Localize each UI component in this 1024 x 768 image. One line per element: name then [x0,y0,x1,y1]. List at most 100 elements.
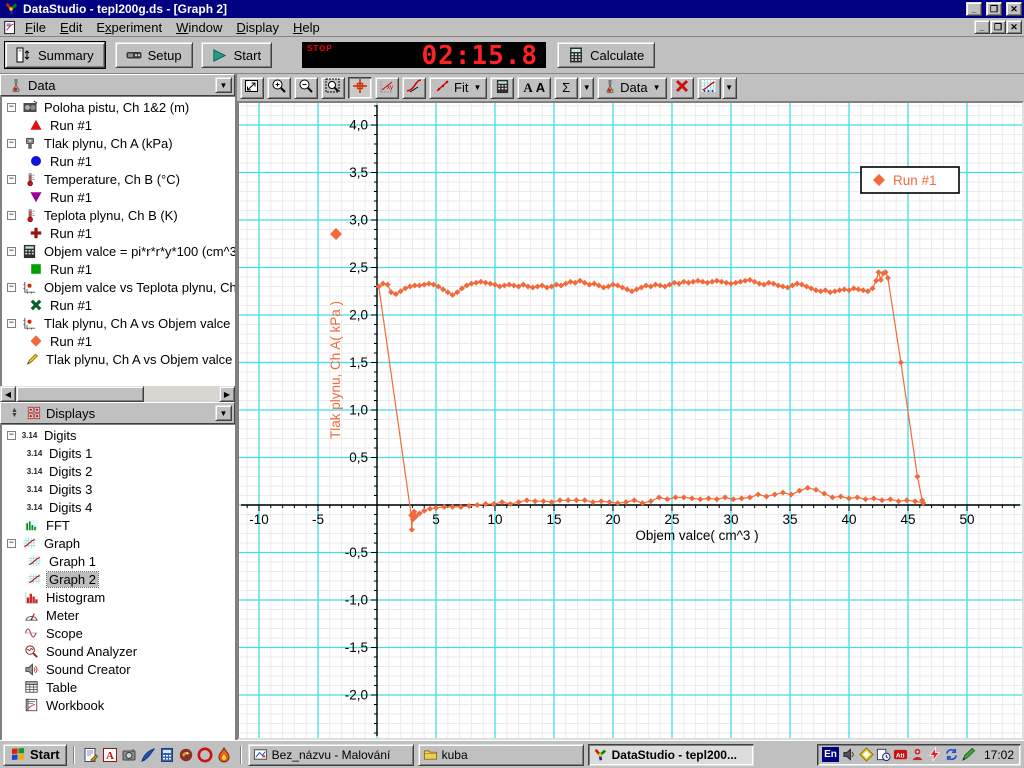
display-item-digits[interactable]: −3.14 Digits [1,426,235,444]
tangent-tool-button[interactable] [402,76,426,99]
setup-button[interactable]: Setup [114,42,193,68]
quick-launch-notepad-icon[interactable] [83,747,99,763]
tree-expander[interactable]: − [7,430,16,440]
quick-launch-imaging-icon[interactable] [121,747,137,763]
display-item-fft[interactable]: FFT [1,516,235,534]
tree-expander[interactable]: − [7,538,16,548]
smart-tool-button[interactable] [348,76,372,99]
data-tree-item[interactable]: − x Tlak plynu, Ch A vs Objem valce [1,314,235,332]
task-button[interactable]: Bez_názvu - Malování [247,743,414,766]
data-tree-item[interactable]: Tlak plynu, Ch A vs Objem valce [1,350,235,368]
data-tree-item[interactable]: − Poloha pistu, Ch 1&2 (m) [1,98,235,116]
tray-scheduler-icon[interactable] [876,747,891,762]
display-item-scope[interactable]: Scope [1,624,235,642]
display-item-digits-2[interactable]: 3.14 Digits 2 [1,462,235,480]
display-item-digits-1[interactable]: 3.14 Digits 1 [1,444,235,462]
scroll-right-arrow[interactable]: ▶ [219,386,235,402]
graph-plot[interactable]: -10 -5 5 10 15 20 25 30 35 40 45 50 -2,0 -1,5 -1,0 -0,5… [239,103,1022,738]
language-indicator[interactable]: En [821,747,839,762]
tree-expander[interactable]: − [7,282,16,292]
restore-button[interactable]: ❐ [986,2,1002,16]
menu-help[interactable]: Help [286,19,327,36]
data-tree-hscrollbar[interactable]: ◀ ▶ [0,386,235,402]
data-dropdown[interactable]: Data ▼ [597,76,667,99]
displays-panel-header[interactable]: ▲ ▼ Displays ▼ [0,402,235,424]
scale-to-fit-button[interactable] [240,76,264,99]
run-item[interactable]: Run #1 [1,224,235,242]
minimize-button[interactable]: _ [966,2,982,16]
run-item[interactable]: Run #1 [1,152,235,170]
statistics-button-dropdown[interactable]: ▼ [579,76,595,99]
task-button[interactable]: DataStudio - tepl200... [587,743,754,766]
child-close-button[interactable]: ✕ [1006,20,1022,34]
quick-launch-calculator-blue-icon[interactable] [159,747,175,763]
quick-launch-opera-icon[interactable] [197,747,213,763]
tree-expander[interactable]: − [7,318,16,328]
calculate-button[interactable] [490,76,515,99]
tree-expander[interactable]: − [7,174,16,184]
menu-window[interactable]: Window [169,19,229,36]
close-button[interactable]: ✕ [1006,2,1022,16]
display-item-graph[interactable]: − Graph [1,534,235,552]
data-tree-item[interactable]: − Objem valce = pi*r*r*y*100 (cm^3) [1,242,235,260]
tray-power-icon[interactable] [927,747,942,762]
displays-panel-dropdown[interactable]: ▼ [215,405,232,421]
run-item[interactable]: Run #1 [1,296,235,314]
calculate-button[interactable]: Calculate [557,42,656,68]
tray-ati-icon[interactable]: Ati [893,747,908,762]
quick-launch-winamp-icon[interactable] [216,746,232,763]
display-item-graph-2[interactable]: Graph 2 [1,570,235,588]
display-item-histogram[interactable]: Histogram [1,588,235,606]
zoom-out-button[interactable] [294,76,318,99]
run-item[interactable]: Run #1 [1,332,235,350]
data-panel-dropdown[interactable]: ▼ [215,77,232,93]
slope-tool-button[interactable]: xy [375,76,399,99]
task-button[interactable]: kuba [417,743,584,766]
display-item-graph-1[interactable]: Graph 1 [1,552,235,570]
tree-expander[interactable]: − [7,138,16,148]
quick-launch-acrobat-icon[interactable]: A [102,747,118,763]
run-item[interactable]: Run #1 [1,260,235,278]
tree-expander[interactable]: − [7,102,16,112]
display-item-workbook[interactable]: Workbook [1,696,235,714]
tray-pen-icon[interactable] [961,747,976,762]
fit-dropdown[interactable]: Fit ▼ [429,76,488,99]
data-tree-item[interactable]: − Temperature, Ch B (°C) [1,170,235,188]
child-minimize-button[interactable]: _ [974,20,990,34]
data-tree-item[interactable]: − Teplota plynu, Ch B (K) [1,206,235,224]
data-tree-item[interactable]: − Tlak plynu, Ch A (kPa) [1,134,235,152]
tray-volume-icon[interactable] [842,747,857,762]
display-item-sound-creator[interactable]: Sound Creator [1,660,235,678]
display-item-digits-3[interactable]: 3.14 Digits 3 [1,480,235,498]
menu-display[interactable]: Display [229,19,286,36]
zoom-in-button[interactable] [267,76,291,99]
summary-button[interactable]: Summary [4,41,106,69]
start-menu-button[interactable]: Start [3,743,67,766]
scroll-thumb[interactable] [16,386,144,402]
tree-expander[interactable]: − [7,246,16,256]
graph-settings-button-dropdown[interactable]: ▼ [721,76,737,99]
graph-display[interactable]: -10 -5 5 10 15 20 25 30 35 40 45 50 -2,0 -1,5 -1,0 -0,5… [237,101,1024,740]
start-button[interactable]: Start [200,42,273,68]
tree-expander[interactable]: − [7,210,16,220]
quick-launch-dragon-icon[interactable] [178,747,194,763]
run-item[interactable]: Run #1 [1,188,235,206]
text-note-button[interactable]: AA [517,76,552,99]
scroll-left-arrow[interactable]: ◀ [0,386,16,402]
display-item-meter[interactable]: Meter [1,606,235,624]
quick-launch-ink-pen-icon[interactable] [140,747,156,763]
delete-button[interactable] [669,76,694,99]
tray-agent-icon[interactable] [910,747,925,762]
menu-experiment[interactable]: Experiment [89,19,169,36]
zoom-select-button[interactable] [321,76,345,99]
document-icon[interactable] [2,19,18,35]
tray-sync-icon[interactable] [944,747,959,762]
child-restore-button[interactable]: ❐ [990,20,1006,34]
data-panel-header[interactable]: Data ▼ [0,74,235,96]
splitter-grip-icon[interactable]: ▲ ▼ [8,406,21,420]
menu-edit[interactable]: Edit [53,19,89,36]
graph-settings-button[interactable] [696,76,721,99]
tray-norton-icon[interactable] [859,747,874,762]
data-tree-item[interactable]: − x Objem valce vs Teplota plynu, Ch [1,278,235,296]
display-item-table[interactable]: Table [1,678,235,696]
